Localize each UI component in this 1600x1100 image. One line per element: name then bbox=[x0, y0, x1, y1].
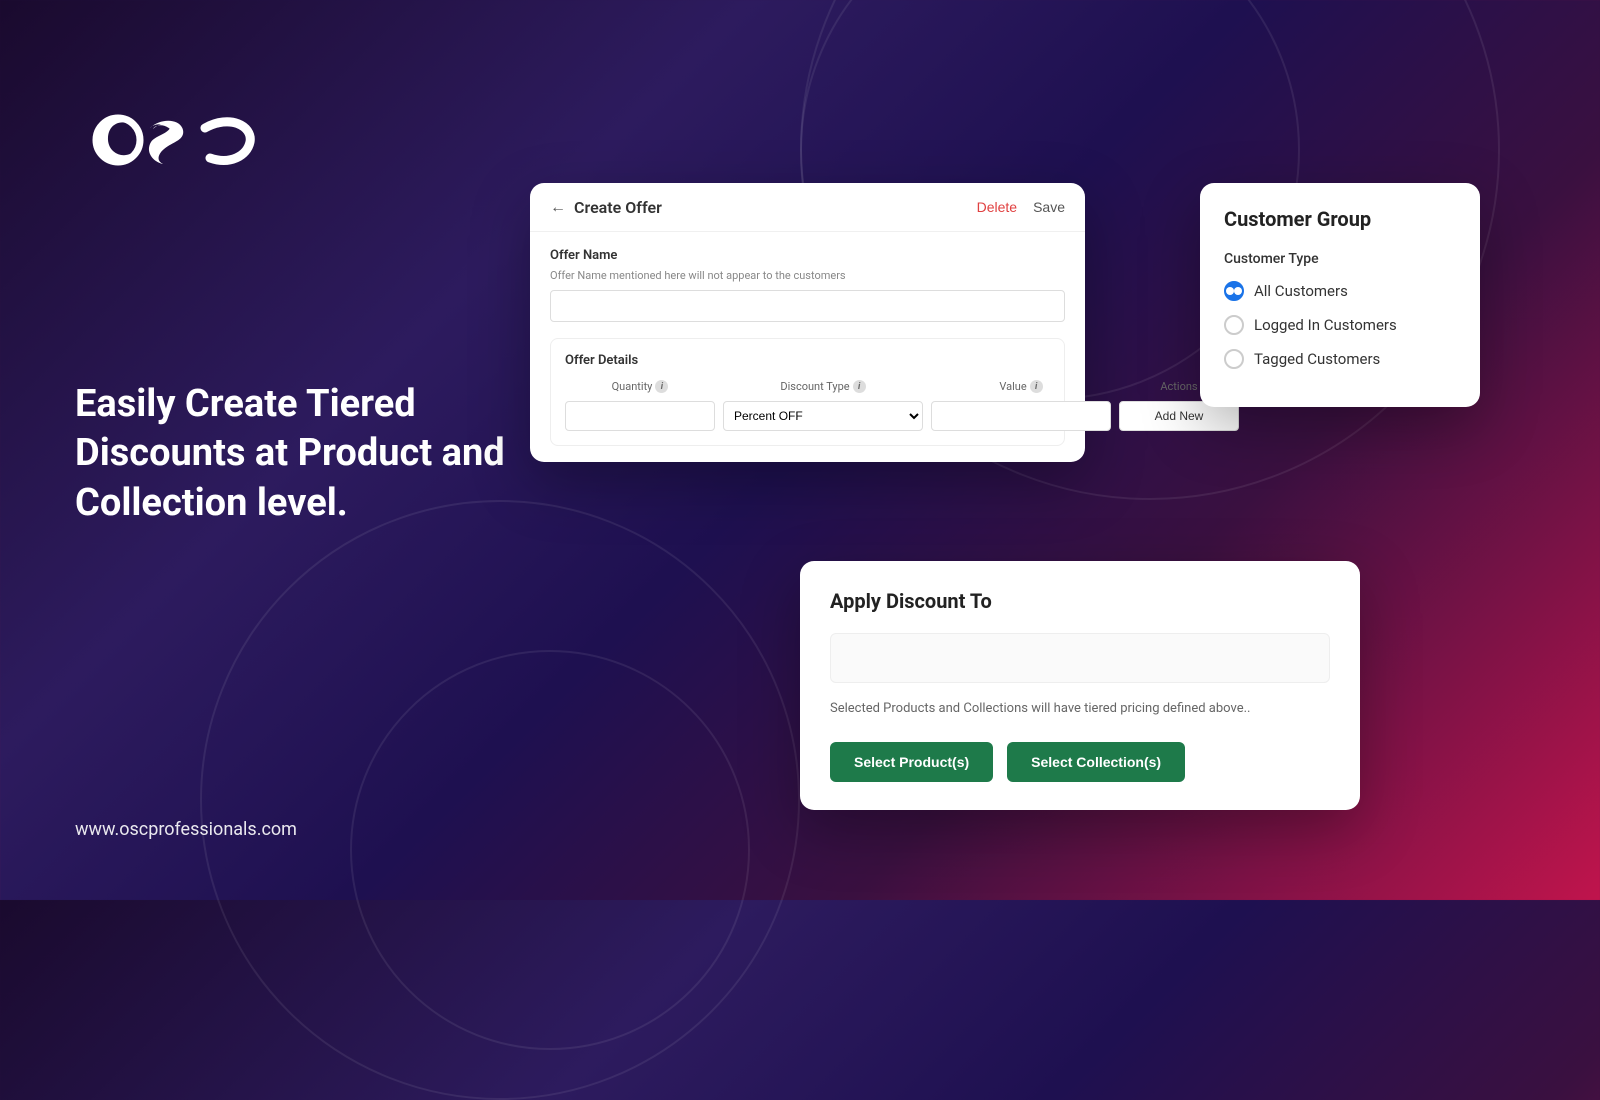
quantity-info-icon: i bbox=[655, 380, 668, 393]
offer-name-input[interactable] bbox=[550, 290, 1065, 322]
apply-discount-empty-box bbox=[830, 633, 1330, 683]
apply-discount-buttons: Select Product(s) Select Collection(s) bbox=[830, 742, 1330, 782]
value-header: Value i bbox=[931, 380, 1111, 393]
radio-logged-in-customers[interactable]: Logged In Customers bbox=[1224, 315, 1456, 335]
bg-decoration-3 bbox=[200, 500, 800, 1100]
logged-in-customers-label: Logged In Customers bbox=[1254, 316, 1397, 334]
quantity-header: Quantity i bbox=[565, 380, 715, 393]
tagline: Easily Create Tiered Discounts at Produc… bbox=[75, 380, 505, 528]
create-offer-card: ← Create Offer Delete Save Offer Name Of… bbox=[530, 183, 1085, 462]
offer-details-label: Offer Details bbox=[565, 353, 1050, 368]
select-products-button[interactable]: Select Product(s) bbox=[830, 742, 993, 782]
customer-type-label: Customer Type bbox=[1224, 251, 1456, 267]
radio-dot bbox=[1226, 287, 1234, 295]
table-row: Percent OFF Fixed Amount OFF Add New bbox=[565, 401, 1050, 431]
company-logo bbox=[75, 100, 275, 184]
offer-name-label: Offer Name bbox=[550, 248, 1065, 263]
radio-tagged-customers[interactable]: Tagged Customers bbox=[1224, 349, 1456, 369]
delete-button[interactable]: Delete bbox=[977, 199, 1017, 215]
select-collections-button[interactable]: Select Collection(s) bbox=[1007, 742, 1185, 782]
card-header: ← Create Offer Delete Save bbox=[530, 183, 1085, 232]
save-button[interactable]: Save bbox=[1033, 199, 1065, 215]
value-input[interactable] bbox=[931, 401, 1111, 431]
card-title: Create Offer bbox=[574, 198, 662, 217]
apply-discount-title: Apply Discount To bbox=[830, 589, 1330, 613]
customer-group-card: Customer Group Customer Type All Custome… bbox=[1200, 183, 1480, 407]
offer-details-section: Offer Details Quantity i Discount Type i… bbox=[550, 338, 1065, 446]
card-header-left: ← Create Offer bbox=[550, 197, 662, 217]
card-header-actions: Delete Save bbox=[977, 199, 1065, 215]
apply-discount-card: Apply Discount To Selected Products and … bbox=[800, 561, 1360, 811]
radio-all-customers-circle bbox=[1224, 281, 1244, 301]
discount-type-select[interactable]: Percent OFF Fixed Amount OFF bbox=[723, 401, 923, 431]
table-header: Quantity i Discount Type i Value i Actio… bbox=[565, 380, 1050, 393]
customer-group-title: Customer Group bbox=[1224, 207, 1456, 231]
bg-decoration-4 bbox=[350, 650, 750, 1050]
radio-tagged-circle bbox=[1224, 349, 1244, 369]
discount-type-header: Discount Type i bbox=[723, 380, 923, 393]
radio-all-customers[interactable]: All Customers bbox=[1224, 281, 1456, 301]
offer-name-sublabel: Offer Name mentioned here will not appea… bbox=[550, 269, 1065, 282]
tagged-customers-label: Tagged Customers bbox=[1254, 350, 1380, 368]
value-info-icon: i bbox=[1030, 380, 1043, 393]
radio-logged-in-circle bbox=[1224, 315, 1244, 335]
card-body: Offer Name Offer Name mentioned here wil… bbox=[530, 232, 1085, 462]
discount-type-info-icon: i bbox=[853, 380, 866, 393]
back-button[interactable]: ← bbox=[550, 197, 566, 217]
offer-name-section: Offer Name Offer Name mentioned here wil… bbox=[550, 248, 1065, 322]
website-url: www.oscprofessionals.com bbox=[75, 819, 297, 840]
quantity-input[interactable] bbox=[565, 401, 715, 431]
apply-discount-description: Selected Products and Collections will h… bbox=[830, 699, 1330, 719]
all-customers-label: All Customers bbox=[1254, 282, 1348, 300]
